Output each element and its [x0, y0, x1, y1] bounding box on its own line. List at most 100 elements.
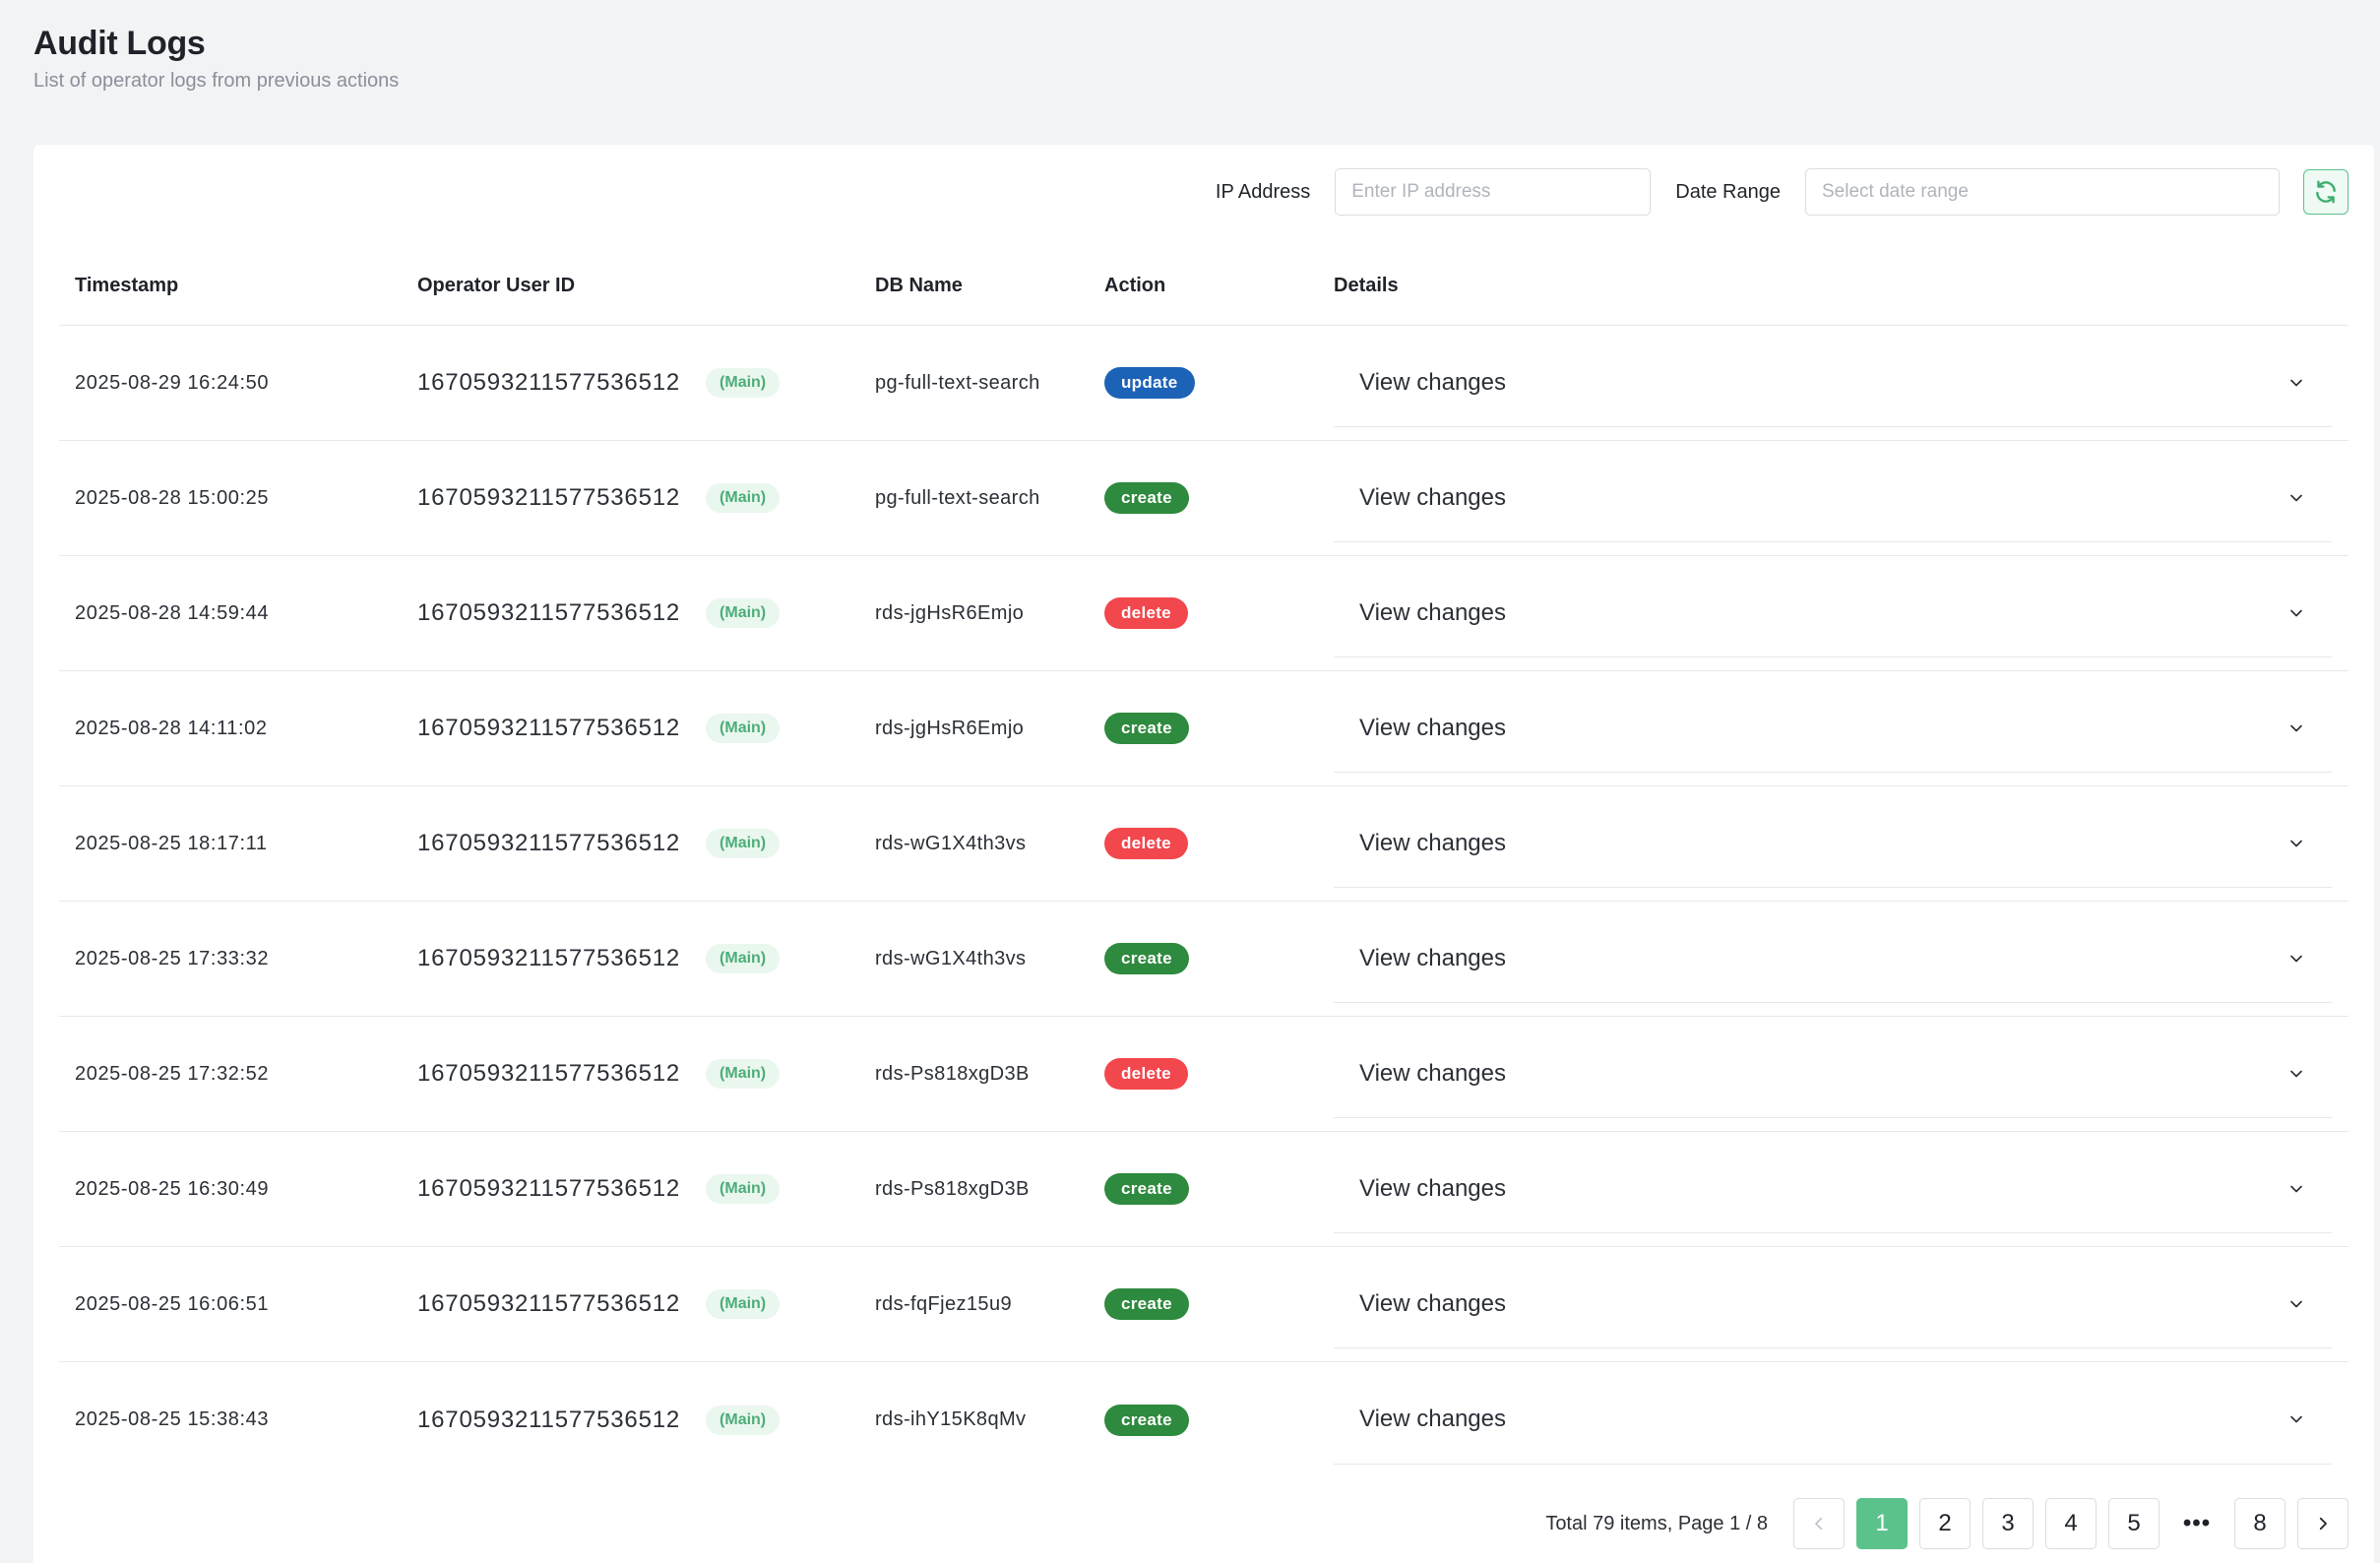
view-changes-toggle[interactable]: View changes	[1334, 799, 2332, 888]
column-header-timestamp: Timestamp	[75, 275, 179, 296]
page-button-8[interactable]: 8	[2234, 1498, 2286, 1549]
page-button-5[interactable]: 5	[2108, 1498, 2160, 1549]
operator-user-id-text: 1670593211577536512	[417, 1175, 681, 1202]
pagination-ellipsis[interactable]: •••	[2171, 1498, 2223, 1549]
cell-details: View changes	[1318, 1376, 2349, 1465]
cell-action: create	[1089, 482, 1318, 514]
refresh-icon	[2316, 180, 2336, 204]
action-badge: create	[1104, 482, 1189, 514]
next-page-button[interactable]	[2297, 1498, 2349, 1549]
page-subtitle: List of operator logs from previous acti…	[33, 70, 400, 92]
main-account-tag: (Main)	[706, 1289, 781, 1319]
audit-log-table: Timestamp Operator User ID DB Name Actio…	[59, 247, 2349, 1477]
main-account-tag: (Main)	[706, 368, 781, 398]
cell-timestamp: 2025-08-28 14:11:02	[59, 718, 402, 740]
operator-user-id-text: 1670593211577536512	[417, 715, 681, 741]
view-changes-toggle[interactable]: View changes	[1334, 1376, 2332, 1465]
cell-timestamp: 2025-08-28 15:00:25	[59, 487, 402, 510]
cell-details: View changes	[1318, 1030, 2349, 1118]
cell-db-name: rds-ihY15K8qMv	[859, 1408, 1089, 1431]
db-name-text: rds-jgHsR6Emjo	[875, 717, 1025, 739]
ip-address-input[interactable]	[1335, 168, 1652, 216]
table-row: 2025-08-25 17:32:52 1670593211577536512 (M…	[59, 1017, 2349, 1132]
table-row: 2025-08-25 17:33:32 1670593211577536512 (M…	[59, 902, 2349, 1017]
cell-action: delete	[1089, 1058, 1318, 1090]
refresh-button[interactable]	[2303, 169, 2349, 215]
view-changes-toggle[interactable]: View changes	[1334, 684, 2332, 773]
cell-details: View changes	[1318, 799, 2349, 888]
action-badge: create	[1104, 713, 1189, 744]
chevron-down-icon	[2290, 1415, 2302, 1423]
view-changes-label: View changes	[1359, 598, 1506, 626]
main-account-tag: (Main)	[706, 944, 781, 973]
chevron-down-icon	[2290, 955, 2302, 962]
main-account-tag: (Main)	[706, 714, 781, 743]
chevron-down-icon	[2290, 724, 2302, 731]
audit-log-card: IP Address Date Range Timestamp Operator…	[33, 145, 2374, 1563]
cell-details: View changes	[1318, 454, 2349, 542]
main-account-tag: (Main)	[706, 829, 781, 858]
main-account-tag: (Main)	[706, 483, 781, 513]
timestamp-text: 2025-08-25 17:33:32	[75, 947, 270, 969]
table-row: 2025-08-25 16:30:49 1670593211577536512 (M…	[59, 1132, 2349, 1247]
chevron-down-icon	[2290, 1300, 2302, 1307]
prev-page-button[interactable]	[1793, 1498, 1845, 1549]
table-row: 2025-08-25 16:06:51 1670593211577536512 (M…	[59, 1247, 2349, 1362]
timestamp-text: 2025-08-25 16:30:49	[75, 1177, 270, 1200]
view-changes-toggle[interactable]: View changes	[1334, 914, 2332, 1003]
timestamp-text: 2025-08-25 17:32:52	[75, 1062, 270, 1085]
db-name-text: rds-jgHsR6Emjo	[875, 601, 1025, 624]
timestamp-text: 2025-08-29 16:24:50	[75, 371, 270, 394]
chevron-down-icon	[2290, 379, 2302, 386]
page-button-1[interactable]: 1	[1856, 1498, 1908, 1549]
column-header-operator-user-id: Operator User ID	[417, 275, 576, 296]
view-changes-toggle[interactable]: View changes	[1334, 1030, 2332, 1118]
view-changes-toggle[interactable]: View changes	[1334, 1260, 2332, 1348]
cell-action: create	[1089, 943, 1318, 974]
action-badge: create	[1104, 1288, 1189, 1320]
view-changes-label: View changes	[1359, 368, 1506, 396]
timestamp-text: 2025-08-25 18:17:11	[75, 832, 268, 854]
page-button-2[interactable]: 2	[1919, 1498, 1971, 1549]
cell-timestamp: 2025-08-25 17:32:52	[59, 1063, 402, 1086]
cell-action: delete	[1089, 828, 1318, 859]
view-changes-toggle[interactable]: View changes	[1334, 569, 2332, 657]
view-changes-toggle[interactable]: View changes	[1334, 339, 2332, 427]
view-changes-label: View changes	[1359, 483, 1506, 511]
cell-operator-user-id: 1670593211577536512 (Main)	[402, 598, 859, 628]
table-row: 2025-08-29 16:24:50 1670593211577536512 (M…	[59, 326, 2349, 441]
cell-details: View changes	[1318, 1145, 2349, 1233]
cell-timestamp: 2025-08-29 16:24:50	[59, 372, 402, 395]
cell-details: View changes	[1318, 339, 2349, 427]
action-badge: create	[1104, 1173, 1189, 1205]
cell-db-name: rds-Ps818xgD3B	[859, 1178, 1089, 1201]
page-button-4[interactable]: 4	[2045, 1498, 2097, 1549]
action-badge: delete	[1104, 1058, 1188, 1090]
cell-db-name: rds-jgHsR6Emjo	[859, 718, 1089, 740]
db-name-text: pg-full-text-search	[875, 371, 1040, 394]
cell-operator-user-id: 1670593211577536512 (Main)	[402, 829, 859, 858]
chevron-down-icon	[2290, 840, 2302, 846]
cell-operator-user-id: 1670593211577536512 (Main)	[402, 1059, 859, 1089]
column-header-details: Details	[1334, 275, 1399, 296]
cell-operator-user-id: 1670593211577536512 (Main)	[402, 1405, 859, 1435]
db-name-text: rds-fqFjez15u9	[875, 1292, 1012, 1315]
cell-db-name: rds-wG1X4th3vs	[859, 948, 1089, 970]
date-range-input[interactable]	[1805, 168, 2280, 216]
cell-operator-user-id: 1670593211577536512 (Main)	[402, 1174, 859, 1204]
cell-timestamp: 2025-08-25 15:38:43	[59, 1408, 402, 1431]
view-changes-toggle[interactable]: View changes	[1334, 454, 2332, 542]
action-badge: update	[1104, 367, 1195, 399]
table-row: 2025-08-28 15:00:25 1670593211577536512 (M…	[59, 441, 2349, 556]
page-header: Audit Logs List of operator logs from pr…	[33, 24, 399, 93]
db-name-text: rds-wG1X4th3vs	[875, 947, 1027, 969]
chevron-right-icon	[2319, 1517, 2327, 1531]
view-changes-label: View changes	[1359, 1406, 1506, 1432]
cell-details: View changes	[1318, 569, 2349, 657]
table-body: 2025-08-29 16:24:50 1670593211577536512 (M…	[59, 326, 2349, 1477]
cell-db-name: rds-Ps818xgD3B	[859, 1063, 1089, 1086]
view-changes-toggle[interactable]: View changes	[1334, 1145, 2332, 1233]
page-title: Audit Logs	[33, 25, 206, 62]
page-button-3[interactable]: 3	[1982, 1498, 2034, 1549]
main-account-tag: (Main)	[706, 1405, 781, 1435]
